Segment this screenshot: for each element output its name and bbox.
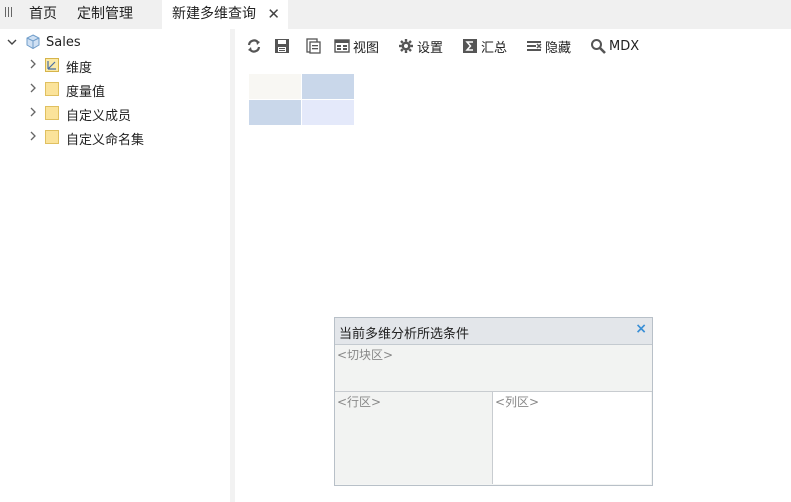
mdx-button[interactable]: MDX — [590, 33, 639, 59]
columns-zone-label: <列区> — [495, 395, 540, 409]
refresh-button[interactable] — [246, 33, 262, 59]
tree-item-label: 维度 — [66, 61, 93, 76]
chevron-down-icon[interactable] — [7, 37, 17, 47]
grip-line — [8, 7, 9, 17]
refresh-icon — [247, 39, 261, 53]
tab-bar: 首页 定制管理 新建多维查询 ✕ — [0, 0, 791, 29]
folder-icon — [45, 82, 59, 96]
tree-item-label: 自定义命名集 — [66, 133, 145, 148]
tab-label: 新建多维查询 — [172, 6, 256, 22]
chevron-right-icon[interactable] — [28, 131, 38, 141]
chevron-right-icon[interactable] — [28, 107, 38, 117]
save-icon — [275, 39, 289, 53]
grip-line — [5, 7, 6, 17]
chevron-right-icon[interactable] — [28, 83, 38, 93]
close-icon[interactable]: × — [635, 321, 647, 337]
slicer-drop-zone[interactable]: <切块区> — [335, 345, 652, 392]
hide-label: 隐藏 — [545, 40, 572, 56]
tree-item-label: 自定义成员 — [66, 109, 132, 124]
gear-icon — [399, 39, 413, 53]
tab-home[interactable]: 首页 — [29, 0, 57, 29]
panel-header[interactable]: 当前多维分析所选条件 × — [335, 318, 652, 345]
mdx-label: MDX — [609, 38, 640, 54]
rows-zone-label: <行区> — [337, 395, 382, 409]
grid-column-header-cell[interactable] — [302, 74, 354, 99]
summary-label: 汇总 — [481, 40, 508, 56]
grid-corner-cell — [249, 74, 301, 99]
tree-item-label: 度量值 — [66, 85, 106, 100]
folder-icon — [45, 130, 59, 144]
view-button[interactable]: 视图 — [334, 33, 379, 59]
tab-new-olap-query[interactable]: 新建多维查询 ✕ — [162, 0, 288, 29]
view-label: 视图 — [353, 40, 380, 56]
tree-root-label: Sales — [46, 35, 81, 50]
settings-label: 设置 — [417, 40, 444, 56]
grip-line — [11, 7, 12, 17]
tree-item-dimensions[interactable]: 维度 — [0, 53, 230, 77]
close-icon[interactable]: ✕ — [267, 0, 280, 29]
tree-item-custom-members[interactable]: 自定义成员 — [0, 101, 230, 125]
save-as-button[interactable] — [305, 33, 321, 59]
tree-item-measures[interactable]: 度量值 — [0, 77, 230, 101]
panel-title: 当前多维分析所选条件 — [339, 327, 470, 342]
folder-icon — [45, 106, 59, 120]
save-as-icon — [306, 38, 321, 54]
hide-icon — [527, 41, 542, 51]
dimension-icon — [45, 58, 59, 72]
slicer-zone-label: <切块区> — [337, 348, 394, 362]
summary-button[interactable]: 汇总 — [462, 33, 507, 59]
chevron-right-icon[interactable] — [28, 59, 38, 69]
tree-item-custom-named-sets[interactable]: 自定义命名集 — [0, 125, 230, 149]
search-icon — [591, 39, 606, 54]
settings-button[interactable]: 设置 — [398, 33, 443, 59]
rows-drop-zone[interactable]: <行区> — [335, 391, 493, 484]
hide-button[interactable]: 隐藏 — [526, 33, 571, 59]
tree-root-sales[interactable]: Sales — [0, 31, 230, 55]
sigma-icon — [463, 39, 477, 53]
grid-row-header-cell[interactable] — [249, 100, 301, 125]
tab-custom-management[interactable]: 定制管理 — [77, 0, 133, 29]
grid-data-cell — [302, 100, 354, 125]
save-button[interactable] — [274, 33, 290, 59]
columns-drop-zone[interactable]: <列区> — [492, 391, 651, 484]
query-conditions-panel: 当前多维分析所选条件 × <切块区> <行区> <列区> — [334, 317, 653, 486]
cube-icon — [25, 34, 41, 50]
query-toolbar: 视图 设置 汇总 隐藏 MDX — [240, 33, 791, 59]
cube-tree-panel: Sales 维度 度量值 自定义成员 自定义命名集 — [0, 29, 235, 502]
tab-menu-handle[interactable] — [5, 7, 13, 19]
view-icon — [334, 39, 350, 53]
